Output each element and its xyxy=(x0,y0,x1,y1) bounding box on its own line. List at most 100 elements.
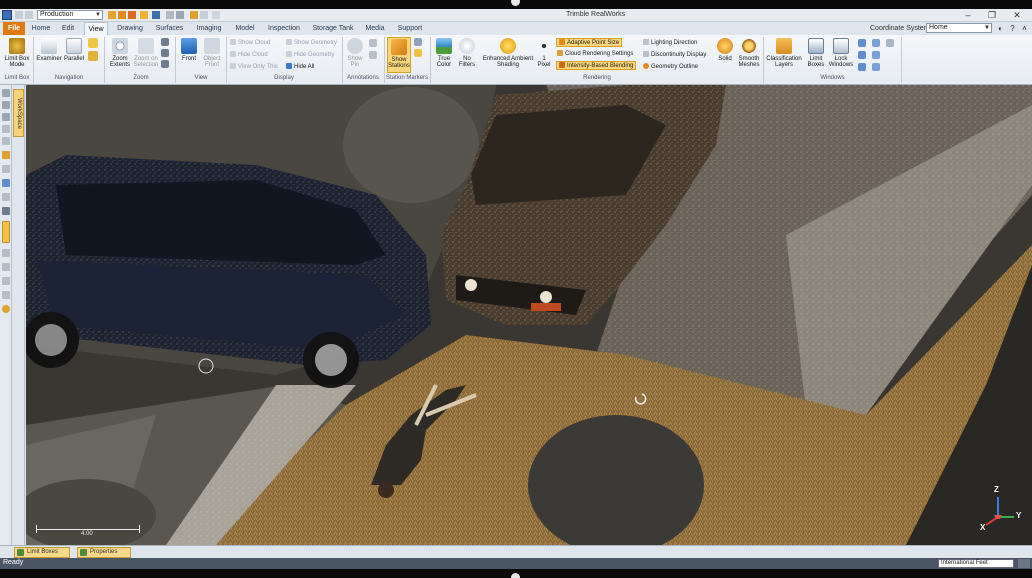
tab-properties[interactable]: Properties xyxy=(77,547,131,558)
intensity-blending-toggle[interactable]: Intensity-Based Blending xyxy=(556,61,637,70)
restore-icon[interactable]: ❐ xyxy=(985,10,999,20)
tab-inspection[interactable]: Inspection xyxy=(264,22,304,35)
color-tool-icon[interactable] xyxy=(2,305,10,313)
folder-icon[interactable] xyxy=(140,11,148,19)
clip-tool-icon[interactable] xyxy=(2,249,10,257)
parallel-button[interactable]: Parallel xyxy=(63,38,85,62)
true-color-button[interactable]: True Color xyxy=(433,38,455,68)
close-icon[interactable]: ✕ xyxy=(1010,10,1024,20)
limit-box-mode-button[interactable]: Limit Box Mode xyxy=(3,38,31,68)
edit-icon[interactable] xyxy=(190,11,198,19)
front-view-button[interactable]: Front xyxy=(178,38,200,62)
pick-tool-icon[interactable] xyxy=(2,137,10,145)
walk-mode-button[interactable] xyxy=(87,38,99,50)
ribbon-toggle-icon[interactable]: ˄ xyxy=(1020,24,1029,33)
smooth-meshes-button[interactable]: Smooth Meshes xyxy=(737,38,761,68)
station-option-1[interactable] xyxy=(413,38,423,48)
show-cloud-button[interactable]: Show Cloud xyxy=(230,39,270,48)
annotation-option-2[interactable] xyxy=(368,51,378,61)
tab-surfaces[interactable]: Surfaces xyxy=(152,22,187,35)
units-selector[interactable]: International Feet xyxy=(938,559,1014,568)
zoom-selection-button[interactable]: Zoom on Selection xyxy=(133,38,159,68)
select-tool-icon[interactable] xyxy=(2,89,10,97)
view-tool-icon[interactable] xyxy=(2,193,10,201)
camera-tool-icon[interactable] xyxy=(2,207,10,215)
zoom-out-button[interactable] xyxy=(160,49,170,59)
station-option-2[interactable] xyxy=(413,49,423,59)
show-geometry-button[interactable]: Show Geometry xyxy=(286,39,337,48)
zoom-window-button[interactable] xyxy=(160,60,170,70)
profile-select[interactable]: Production ▼ xyxy=(37,10,103,20)
import-icon[interactable] xyxy=(128,11,136,19)
coordinate-system-select[interactable]: Home ▼ xyxy=(926,23,992,33)
tab-edit[interactable]: Edit xyxy=(57,22,79,35)
style-icon[interactable]: ◐ xyxy=(996,24,1005,33)
grid-tool-icon[interactable] xyxy=(2,277,10,285)
classification-layers-button[interactable]: Classification Layers xyxy=(766,38,802,68)
lock-tool-icon[interactable] xyxy=(2,291,10,299)
quick-access-forward-icon[interactable] xyxy=(25,11,33,19)
adaptive-point-size-toggle[interactable]: Adaptive Point Size xyxy=(556,38,623,47)
hide-all-button[interactable]: Hide All xyxy=(286,63,314,72)
fly-mode-button[interactable] xyxy=(87,51,99,63)
window-layout-7[interactable] xyxy=(885,39,895,49)
annotation-option-1[interactable] xyxy=(368,39,378,49)
show-pin-button[interactable]: Show Pin xyxy=(345,38,365,68)
tab-model[interactable]: Model xyxy=(231,22,259,35)
tab-media[interactable]: Media xyxy=(362,22,388,35)
limit-boxes-window-button[interactable]: Limit Boxes xyxy=(805,38,827,68)
options-icon[interactable] xyxy=(212,11,220,19)
window-layout-2[interactable] xyxy=(857,51,867,61)
workspace-panel-tab[interactable]: WorkSpace xyxy=(12,85,25,545)
rotate-tool-icon[interactable] xyxy=(2,113,10,121)
window-layout-3[interactable] xyxy=(857,63,867,73)
geometry-outline-toggle[interactable]: Geometry Outline xyxy=(643,63,698,72)
lock-windows-button[interactable]: Lock Windows xyxy=(828,38,854,68)
examiner-button[interactable]: Examiner xyxy=(36,38,62,62)
save-icon[interactable] xyxy=(152,11,160,19)
redo-icon[interactable] xyxy=(200,11,208,19)
fence-tool-icon[interactable] xyxy=(2,151,10,159)
undo-icon[interactable] xyxy=(176,11,184,19)
ambient-shading-button[interactable]: Enhanced Ambient Shading xyxy=(480,38,536,68)
hide-geometry-button[interactable]: Hide Geometry xyxy=(286,51,334,60)
show-stations-button[interactable]: Show Stations xyxy=(387,37,411,73)
measure-tool-icon[interactable] xyxy=(2,125,10,133)
slice-tool-icon[interactable] xyxy=(2,263,10,271)
window-layout-1[interactable] xyxy=(857,39,867,49)
tab-support[interactable]: Support xyxy=(393,22,427,35)
view-only-this-button[interactable]: View Only This xyxy=(230,63,278,72)
point-size-button[interactable]: 1 Pixel xyxy=(537,38,551,68)
point-cloud-viewport[interactable]: 4.00 Z Y X xyxy=(26,85,1032,545)
window-layout-4[interactable] xyxy=(871,39,881,49)
open-project-icon[interactable] xyxy=(118,11,126,19)
object-front-button[interactable]: Object Front xyxy=(201,38,223,68)
minimize-icon[interactable]: – xyxy=(961,10,975,20)
limit-box-tool-icon[interactable] xyxy=(2,221,10,243)
discontinuity-display-toggle[interactable]: Discontinuity Display xyxy=(643,51,706,60)
print-icon[interactable] xyxy=(166,11,174,19)
solid-render-button[interactable]: Solid xyxy=(714,38,736,62)
quick-access-back-icon[interactable] xyxy=(15,11,23,19)
tab-imaging[interactable]: Imaging xyxy=(191,22,227,35)
no-filters-button[interactable]: No Filters xyxy=(456,38,478,68)
lighting-direction-button[interactable]: Lighting Direction xyxy=(643,39,697,48)
tab-storage-tank[interactable]: Storage Tank xyxy=(309,22,357,35)
pan-tool-icon[interactable] xyxy=(2,101,10,109)
tab-drawing[interactable]: Drawing xyxy=(113,22,147,35)
tab-view[interactable]: View xyxy=(84,22,108,35)
tab-limit-boxes[interactable]: Limit Boxes xyxy=(14,547,70,558)
help-icon[interactable]: ? xyxy=(1008,24,1017,33)
segment-tool-icon[interactable] xyxy=(2,165,10,173)
zoom-in-button[interactable] xyxy=(160,38,170,48)
cloud-rendering-settings-button[interactable]: Cloud Rendering Settings xyxy=(557,50,633,59)
window-layout-6[interactable] xyxy=(871,63,881,73)
app-logo-icon[interactable] xyxy=(2,10,12,20)
zoom-extents-button[interactable]: Zoom Extents xyxy=(107,38,133,68)
layer-tool-icon[interactable] xyxy=(2,179,10,187)
new-project-icon[interactable] xyxy=(108,11,116,19)
window-layout-5[interactable] xyxy=(871,51,881,61)
tab-file[interactable]: File xyxy=(3,22,25,35)
axis-triad[interactable]: Z Y X xyxy=(978,485,1028,535)
hide-cloud-button[interactable]: Hide Cloud xyxy=(230,51,268,60)
